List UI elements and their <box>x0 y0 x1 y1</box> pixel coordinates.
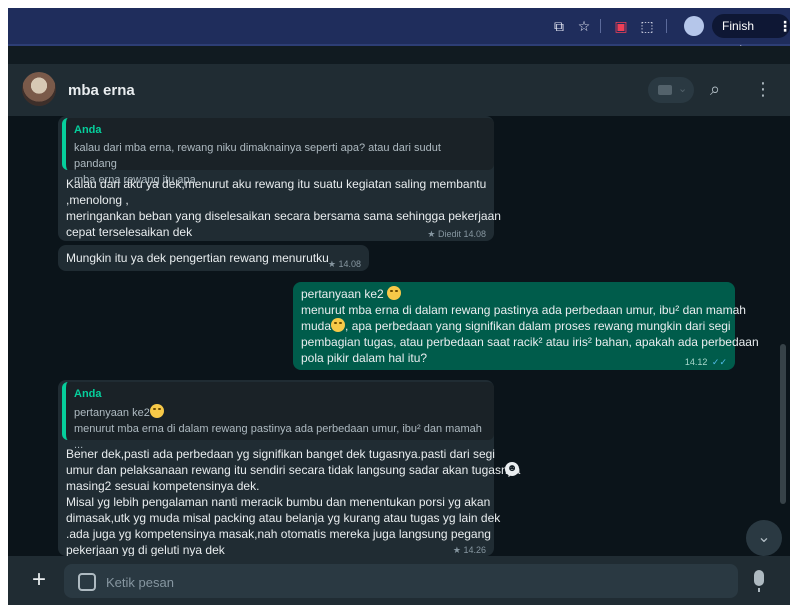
message-meta: ★ 14.08 <box>328 258 361 270</box>
open-in-app-icon[interactable]: ⧉ <box>550 17 568 35</box>
message-bubble-incoming[interactable]: Mungkin itu ya dek pengertian rewang men… <box>58 245 369 271</box>
message-text: Kalau dari aku ya dek,menurut aku rewang… <box>66 177 487 191</box>
plus-icon[interactable]: + <box>32 566 46 594</box>
quote-text: pertanyaan ke2 <box>74 404 486 421</box>
message-text: pola pikir dalam hal itu? <box>301 351 428 365</box>
profile-icon[interactable] <box>684 16 704 36</box>
message-text: cepat terselesaikan dek <box>66 225 193 239</box>
screen: ⧉ ☆ ▣ ⬚ Finish update ⋮ mba erna ⌄ ⌕ ⋮ A… <box>8 8 790 605</box>
menu-icon[interactable]: ⋮ <box>754 78 772 100</box>
grin-emoji-icon <box>149 404 164 418</box>
quote-author: Anda <box>74 124 102 136</box>
message-time: Diedit 14.08 <box>437 229 486 239</box>
composer: + <box>8 556 790 605</box>
message-time: 14.26 <box>463 545 486 555</box>
message-meta: ★ 14.26 <box>453 544 486 556</box>
message-text: pembagian tugas, atau perbedaan saat rac… <box>301 335 759 349</box>
message-text: masing2 sesuai kompetensinya dek. <box>66 479 260 493</box>
read-receipt-icon: ✓✓ <box>711 357 727 367</box>
star-icon: ★ <box>452 545 464 555</box>
scrollbar[interactable] <box>780 344 786 504</box>
chevron-down-icon: ⌄ <box>757 529 771 546</box>
message-input[interactable] <box>104 571 708 593</box>
scroll-down-button[interactable]: ⌄ <box>746 520 782 556</box>
contact-name[interactable]: mba erna <box>68 82 135 99</box>
quoted-message[interactable]: Anda kalau dari mba erna, rewang niku di… <box>62 118 494 186</box>
message-text: muda , apa perbedaan yang signifikan dala… <box>301 318 731 334</box>
message-text-part: pertanyaan ke2 <box>301 287 384 301</box>
video-call-icon <box>658 85 672 95</box>
kebab-menu-icon[interactable]: ⋮ <box>778 14 790 38</box>
message-text: Mungkin itu ya dek pengertian rewang men… <box>66 251 329 265</box>
message-text: ,menolong , <box>66 193 129 207</box>
star-icon[interactable]: ☆ <box>575 17 593 35</box>
message-meta: 14.12 ✓✓ <box>685 356 727 368</box>
message-text: meringankan beban yang diselesaikan seca… <box>66 209 501 223</box>
pocket-icon[interactable]: ▣ <box>612 17 630 35</box>
message-text: pekerjaan yg di geluti nya dek <box>66 543 225 556</box>
message-text: Bener dek,pasti ada perbedaan yg signifi… <box>66 447 495 461</box>
message-text: dimasak,utk yg muda misal packing atau b… <box>66 511 501 525</box>
video-call-button[interactable]: ⌄ <box>648 77 694 103</box>
toolbar-divider <box>600 19 601 33</box>
star-icon: ★ <box>427 229 438 239</box>
quote-author: Anda <box>74 388 102 400</box>
message-text: pertanyaan ke2 <box>301 286 402 302</box>
chevron-down-icon: ⌄ <box>678 83 688 95</box>
star-icon: ★ <box>327 259 339 269</box>
quote-text: kalau dari mba erna, rewang niku dimakna… <box>74 142 441 170</box>
search-icon[interactable]: ⌕ <box>710 78 720 100</box>
finish-update-button[interactable]: Finish update ⋮ <box>712 14 790 57</box>
contact-avatar[interactable] <box>22 72 56 106</box>
message-bubble-incoming[interactable]: Anda pertanyaan ke2 menurut mba erna di … <box>58 380 520 556</box>
message-text-part: muda <box>301 319 332 333</box>
extensions-icon[interactable]: ⬚ <box>638 17 656 35</box>
message-text: umur dan pelaksanaan rewang itu sendiri … <box>66 463 521 477</box>
message-time: 14.12 <box>684 357 708 367</box>
quoted-message[interactable]: Anda pertanyaan ke2 menurut mba erna di … <box>62 382 494 451</box>
toolbar-divider <box>666 19 667 33</box>
message-bubble-incoming[interactable]: Anda kalau dari mba erna, rewang niku di… <box>58 116 501 241</box>
message-bubble-outgoing[interactable]: pertanyaan ke2 menurut mba erna di dalam… <box>293 282 759 370</box>
message-input-box[interactable] <box>64 564 738 598</box>
message-text: .ada juga yg kompetensinya masak,nah oto… <box>66 527 491 541</box>
mic-icon[interactable] <box>754 570 764 592</box>
quote-text-part: pertanyaan ke2 <box>74 407 150 419</box>
message-meta: ★ Diedit 14.08 <box>427 228 486 240</box>
chat-header[interactable]: mba erna ⌄ ⌕ ⋮ <box>8 64 790 116</box>
message-text: menurut mba erna di dalam rewang pastiny… <box>301 303 746 317</box>
browser-toolbar: ⧉ ☆ ▣ ⬚ Finish update ⋮ <box>8 8 790 57</box>
grin-emoji-icon <box>387 286 402 300</box>
sticker-icon[interactable] <box>78 573 96 591</box>
message-text: Misal yg lebih pengalaman nanti meracik … <box>66 495 491 509</box>
message-list[interactable]: Anda kalau dari mba erna, rewang niku di… <box>8 116 790 556</box>
grin-emoji-icon <box>331 318 346 332</box>
message-time: 14.08 <box>338 259 361 269</box>
reaction-emoji-icon[interactable]: ☻ <box>505 462 519 476</box>
message-text-part: , apa perbedaan yang signifikan dalam pr… <box>345 319 731 333</box>
